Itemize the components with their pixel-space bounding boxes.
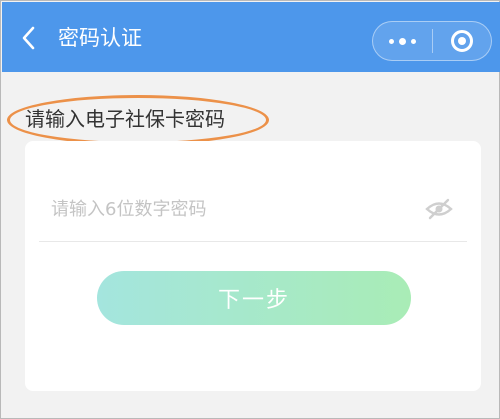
password-input[interactable] bbox=[51, 189, 381, 229]
more-menu-button[interactable] bbox=[373, 21, 432, 61]
chevron-left-icon bbox=[22, 26, 35, 50]
navigation-bar: 密码认证 bbox=[2, 2, 500, 72]
app-frame: 密码认证 请输入电子社保卡密码 下一步 bbox=[0, 0, 500, 419]
toggle-visibility-button[interactable] bbox=[423, 196, 455, 222]
page-title: 密码认证 bbox=[58, 26, 142, 50]
input-divider bbox=[39, 241, 467, 242]
more-dots-icon bbox=[388, 37, 416, 45]
next-step-button[interactable]: 下一步 bbox=[97, 271, 411, 325]
close-mini-program-button[interactable] bbox=[432, 21, 491, 61]
password-card: 下一步 bbox=[25, 141, 481, 391]
password-prompt-label: 请输入电子社保卡密码 bbox=[25, 107, 225, 131]
back-button[interactable] bbox=[16, 24, 42, 52]
eye-hidden-icon bbox=[425, 198, 453, 220]
mini-program-capsule bbox=[372, 21, 492, 61]
target-circle-icon bbox=[450, 30, 473, 52]
